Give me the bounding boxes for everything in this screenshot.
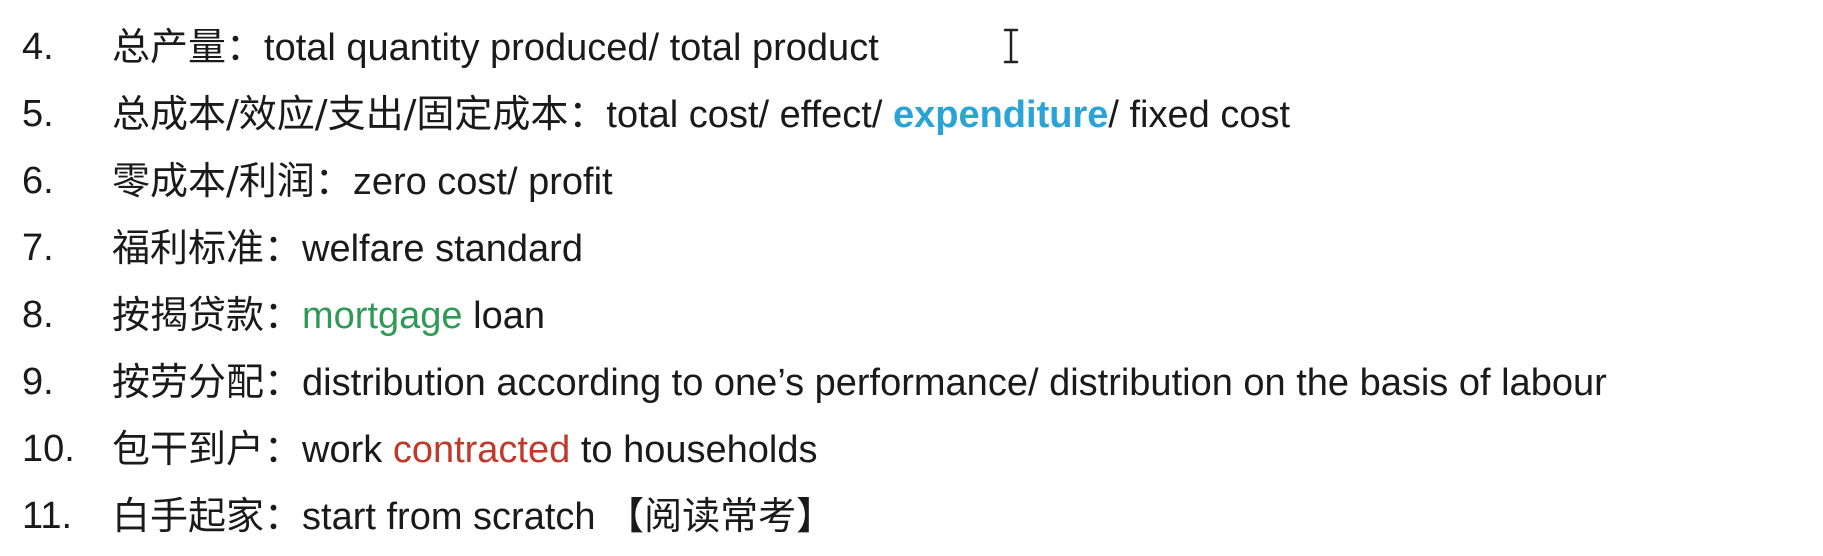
list-item: 8. 按揭贷款：mortgage loan xyxy=(0,282,1823,349)
highlighted-word: contracted xyxy=(392,429,571,471)
item-text: 福利标准：welfare standard xyxy=(112,215,583,283)
highlighted-word: expenditure xyxy=(892,94,1109,136)
chinese-term: 包干到户： xyxy=(112,427,303,471)
english-term: loan xyxy=(462,295,545,337)
english-term: start from scratch xyxy=(302,496,596,538)
list-item: 5. 总成本/效应/支出/固定成本：total cost/ effect/ exp… xyxy=(0,81,1823,148)
english-term: total cost/ effect/ xyxy=(606,94,893,136)
item-text: 包干到户：work contracted to households xyxy=(112,416,817,484)
english-term: welfare standard xyxy=(302,228,583,270)
item-text: 零成本/利润：zero cost/ profit xyxy=(112,148,613,216)
english-term: to households xyxy=(570,429,818,471)
item-number: 5. xyxy=(22,93,54,135)
english-term: / fixed cost xyxy=(1108,94,1291,136)
item-number: 6. xyxy=(22,160,54,202)
item-text: 总成本/效应/支出/固定成本：total cost/ effect/ expen… xyxy=(112,81,1290,149)
english-term: total quantity produced/ total product xyxy=(264,27,879,69)
list-item: 6. 零成本/利润：zero cost/ profit xyxy=(0,148,1823,215)
chinese-term: 零成本/利润： xyxy=(112,159,353,203)
item-text: 按劳分配：distribution according to one’s per… xyxy=(112,349,1607,417)
english-term: zero cost/ profit xyxy=(352,161,613,203)
chinese-term: 按揭贷款： xyxy=(112,293,303,337)
exam-note: 【阅读常考】 xyxy=(595,496,835,538)
vocabulary-list: 4. 总产量：total quantity produced/ total pro… xyxy=(0,14,1823,550)
chinese-term: 总成本/效应/支出/固定成本： xyxy=(112,92,607,136)
list-item: 9. 按劳分配：distribution according to one’s p… xyxy=(0,349,1823,416)
item-number: 8. xyxy=(22,294,54,336)
item-number: 7. xyxy=(22,227,54,269)
text-cursor-icon xyxy=(1003,28,1019,64)
list-item: 4. 总产量：total quantity produced/ total pro… xyxy=(0,14,1823,81)
item-text: 白手起家：start from scratch 【阅读常考】 xyxy=(112,483,834,551)
chinese-term: 按劳分配： xyxy=(112,360,303,404)
chinese-term: 福利标准： xyxy=(112,226,303,270)
highlighted-word: mortgage xyxy=(302,295,463,337)
item-text: 总产量：total quantity produced/ total produ… xyxy=(112,14,879,82)
chinese-term: 总产量： xyxy=(112,25,265,69)
item-number: 4. xyxy=(22,26,54,68)
list-item: 10. 包干到户：work contracted to households xyxy=(0,416,1823,483)
item-number: 11. xyxy=(22,495,73,537)
item-text: 按揭贷款：mortgage loan xyxy=(112,282,545,350)
item-number: 10. xyxy=(22,428,75,470)
list-item: 7. 福利标准：welfare standard xyxy=(0,215,1823,282)
item-number: 9. xyxy=(22,361,54,403)
english-term: work xyxy=(302,429,393,471)
list-item: 11. 白手起家：start from scratch 【阅读常考】 xyxy=(0,483,1823,550)
chinese-term: 白手起家： xyxy=(112,494,303,538)
english-term: distribution according to one’s performa… xyxy=(302,362,1607,404)
